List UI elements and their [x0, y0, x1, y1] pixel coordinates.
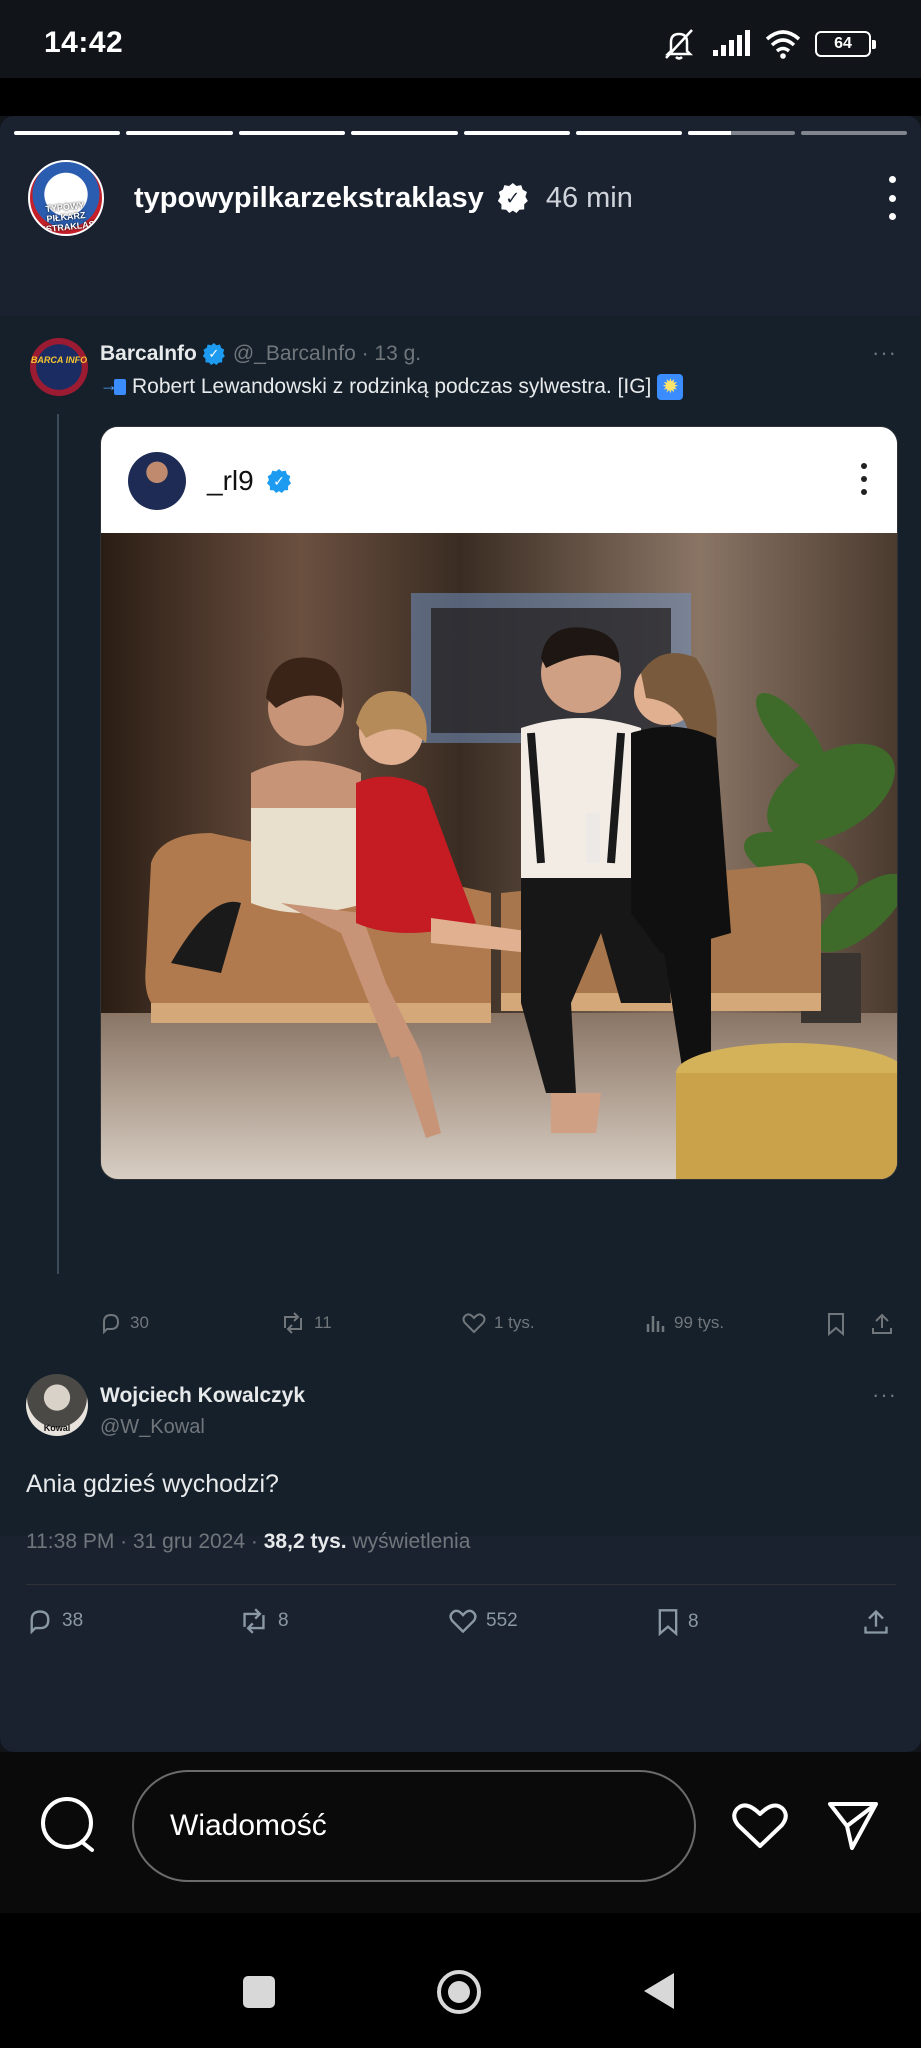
more-options-icon[interactable] — [886, 176, 898, 220]
progress-segment — [238, 131, 346, 135]
progress-segment — [14, 131, 121, 135]
reply-author-handle: @W_Kowal — [100, 1416, 205, 1438]
top-band — [0, 78, 921, 116]
barcainfo-avatar-text: BARCA INFO — [30, 355, 88, 365]
reply-views-count: 38,2 tys. — [263, 1530, 347, 1553]
home-button[interactable] — [436, 1969, 482, 2015]
tweet-more-icon: ··· — [872, 340, 897, 365]
reply-meta: 11:38 PM · 31 gru 2024 · 38,2 tys. wyświ… — [26, 1530, 470, 1554]
quoted-retweets-count: 11 — [314, 1313, 332, 1332]
like-icon — [449, 1609, 477, 1634]
story-avatar-text: TYPOWY PIŁKARZ EKSTRAKLASY — [32, 200, 102, 236]
reply-bookmarks-count: 8 — [688, 1611, 699, 1632]
ig-avatar — [128, 452, 186, 510]
reply-icon — [103, 1313, 120, 1334]
quoted-tweet-actions: 30 11 1 tys. 99 tys. — [100, 1312, 900, 1342]
ig-more-icon — [861, 463, 867, 495]
reply-author-name: Wojciech Kowalczyk — [100, 1384, 306, 1407]
story-time: 46 min — [545, 181, 633, 214]
quoted-tweet-header: BarcaInfo ✓ @_BarcaInfo · 13 g. — [100, 342, 900, 366]
send-icon[interactable] — [826, 1798, 880, 1852]
bookmark-icon — [826, 1312, 846, 1336]
retweet-icon — [284, 1312, 302, 1334]
reply-icon — [30, 1610, 50, 1634]
camera-search-icon[interactable] — [38, 1794, 98, 1854]
heart-icon[interactable] — [731, 1800, 789, 1850]
progress-segment — [800, 131, 907, 135]
reply-replies-count: 38 — [62, 1610, 84, 1631]
back-button[interactable] — [642, 1971, 676, 2011]
bell-muted-icon — [661, 27, 697, 61]
reply-actions: 38 8 552 8 — [26, 1608, 896, 1638]
reply-views-label: wyświetlenia — [346, 1530, 471, 1553]
retweet-icon — [243, 1608, 265, 1634]
views-icon — [646, 1316, 665, 1332]
wifi-icon — [765, 29, 801, 59]
reply-likes-count: 552 — [486, 1610, 518, 1631]
story-viewer[interactable]: TYPOWY PIŁKARZ EKSTRAKLASY typowypilkarz… — [0, 116, 921, 1752]
like-icon — [462, 1313, 486, 1334]
embedded-instagram-post: _rl9 ✓ — [100, 426, 898, 1180]
quoted-replies: 30 — [100, 1312, 149, 1334]
reply-timestamp: 11:38 PM · 31 gru 2024 · — [26, 1530, 264, 1553]
story-progress — [14, 131, 907, 135]
ig-username: _rl9 — [207, 465, 254, 496]
quoted-likes: 1 tys. — [462, 1312, 535, 1334]
progress-segment — [688, 131, 795, 135]
quoted-views: 99 tys. — [644, 1312, 724, 1334]
bookmark-icon — [658, 1609, 678, 1636]
signal-icon — [711, 30, 751, 58]
status-bar: 14:42 64 — [0, 0, 921, 78]
recents-button[interactable] — [242, 1975, 276, 2009]
thread-line — [57, 414, 59, 1274]
family-photo — [101, 533, 897, 1179]
progress-segment — [463, 131, 570, 135]
sparkle-emoji-icon: ✹ — [657, 374, 684, 400]
reply-more-icon: ··· — [872, 1382, 897, 1407]
quoted-retweets: 11 — [280, 1312, 332, 1334]
arrow-emoji-icon — [100, 375, 126, 398]
ig-post-header: _rl9 ✓ — [101, 427, 897, 533]
story-header: TYPOWY PIŁKARZ EKSTRAKLASY typowypilkarz… — [28, 158, 898, 238]
divider — [26, 1584, 896, 1585]
verified-check-icon: ✓ — [202, 343, 225, 365]
story-username[interactable]: typowypilkarzekstraklasy — [134, 182, 484, 215]
message-input[interactable]: Wiadomość — [132, 1770, 696, 1882]
quoted-tweet-text-row: Robert Lewandowski z rodzinką podczas sy… — [100, 374, 684, 400]
quoted-tweet-text: Robert Lewandowski z rodzinką podczas sy… — [132, 375, 652, 398]
quoted-tweet-handle: @_BarcaInfo · 13 g. — [232, 342, 422, 365]
reply-text: Ania gdzieś wychodzi? — [26, 1470, 279, 1498]
ig-verified-icon: ✓ — [267, 469, 291, 493]
story-avatar[interactable]: TYPOWY PIŁKARZ EKSTRAKLASY — [28, 160, 104, 236]
battery-indicator: 64 — [815, 31, 876, 57]
share-icon — [870, 1312, 894, 1336]
status-icons: 64 — [661, 26, 876, 62]
barcainfo-avatar: BARCA INFO — [30, 338, 88, 396]
clock: 14:42 — [44, 26, 124, 59]
quoted-tweet-author: BarcaInfo — [100, 342, 197, 365]
quoted-replies-count: 30 — [130, 1313, 149, 1332]
progress-segment — [351, 131, 458, 135]
verified-badge-icon: ✓ — [497, 183, 528, 213]
share-icon — [862, 1608, 890, 1636]
reply-likes: 552 — [448, 1608, 518, 1634]
wojciech-avatar: Kowal — [26, 1374, 88, 1436]
system-nav-bar — [0, 1913, 921, 2048]
wojciech-avatar-text: Kowal — [43, 1423, 71, 1433]
reply-bookmarks: 8 — [656, 1608, 699, 1636]
reply-replies: 38 — [26, 1608, 83, 1634]
progress-segment — [575, 131, 683, 135]
reply-retweets: 8 — [238, 1608, 289, 1634]
quoted-likes-count: 1 tys. — [494, 1313, 535, 1332]
tweet-screenshot: BARCA INFO BarcaInfo ✓ @_BarcaInfo · 13 … — [0, 316, 921, 1636]
quoted-views-count: 99 tys. — [674, 1313, 725, 1332]
progress-segment — [126, 131, 233, 135]
reply-retweets-count: 8 — [278, 1610, 289, 1631]
